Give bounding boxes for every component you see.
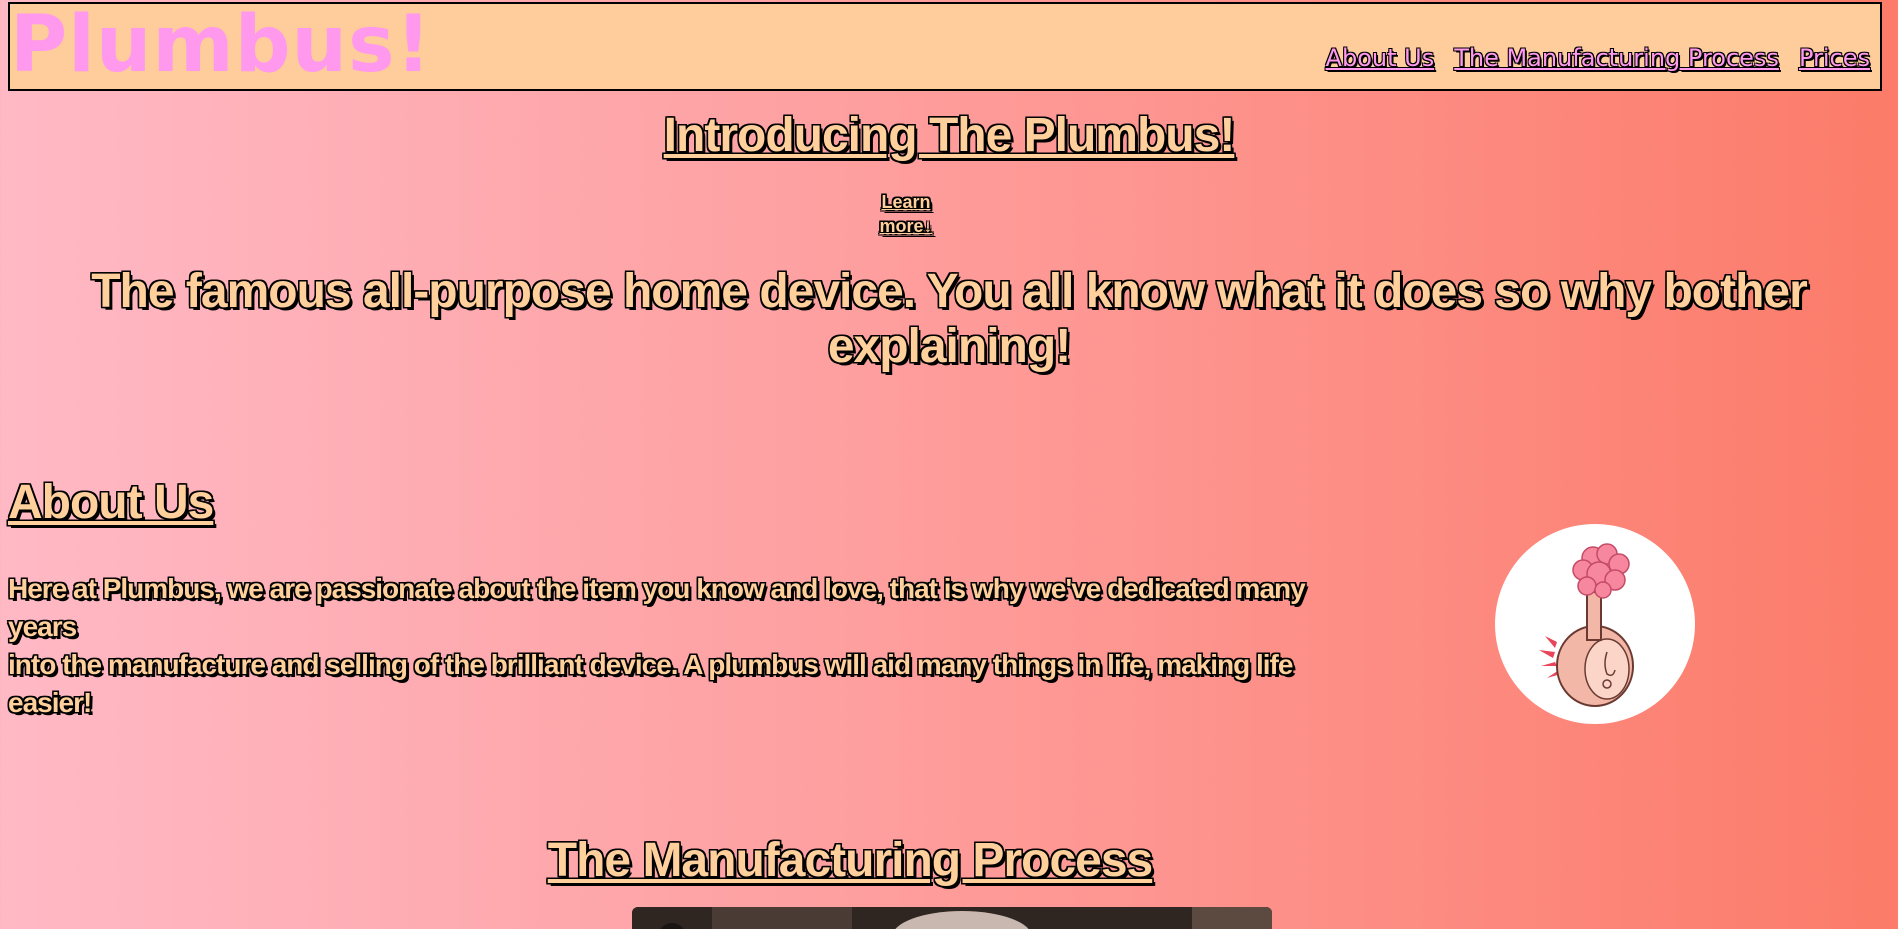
site-logo[interactable]: Plumbus! (10, 0, 432, 90)
plumbus-image (1495, 524, 1695, 724)
about-text-line1: Here at Plumbus, we are passionate about… (8, 573, 1306, 642)
plumbus-illustration (1539, 543, 1634, 707)
site-header: Plumbus! About Us The Manufacturing Proc… (8, 0, 1882, 91)
nav-prices[interactable]: Prices (1799, 44, 1870, 72)
about-text-line2: into the manufacture and selling of the … (8, 649, 1293, 718)
about-us-text: Here at Plumbus, we are passionate about… (8, 570, 1338, 722)
hero-title: Introducing The Plumbus! (663, 109, 1236, 162)
manufacturing-heading: The Manufacturing Process (547, 834, 1153, 887)
video-frame (632, 907, 1272, 929)
learn-more-line1: Learn (881, 192, 931, 212)
nav-manufacturing-process[interactable]: The Manufacturing Process (1454, 44, 1779, 72)
learn-more-link[interactable]: Learn more↓ (870, 190, 942, 238)
hero-tagline: The famous all-purpose home device. You … (91, 265, 1808, 373)
main-nav: About Us The Manufacturing Process Price… (1326, 44, 1870, 72)
learn-more-line2: more↓ (879, 216, 933, 236)
about-us-heading: About Us (8, 476, 214, 529)
manufacturing-video[interactable] (632, 907, 1272, 929)
nav-about-us[interactable]: About Us (1326, 44, 1435, 72)
